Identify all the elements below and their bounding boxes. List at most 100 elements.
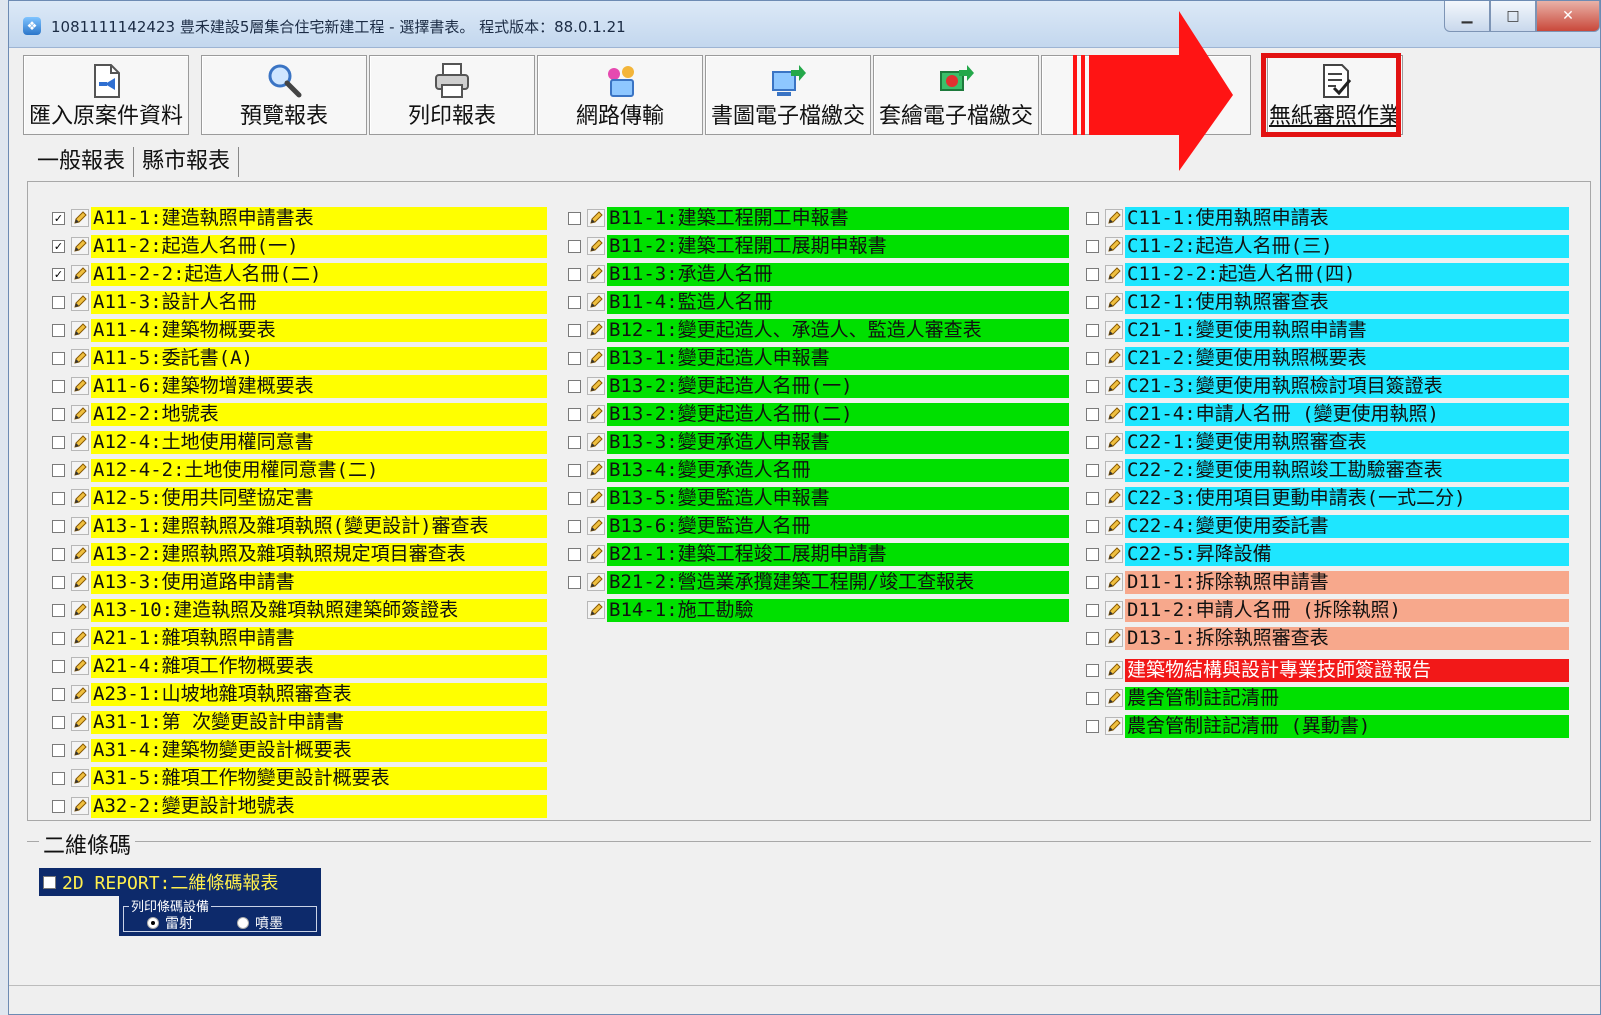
pencil-icon[interactable] bbox=[587, 489, 605, 507]
report-item[interactable]: B11-3:承造人名冊 bbox=[568, 260, 1069, 288]
report-item[interactable]: A32-2:變更設計地號表 bbox=[52, 792, 547, 820]
report-item[interactable]: A12-2:地號表 bbox=[52, 400, 547, 428]
report-item[interactable]: B13-2:變更起造人名冊(一) bbox=[568, 372, 1069, 400]
pencil-icon[interactable] bbox=[1105, 237, 1123, 255]
report-item[interactable]: A13-2:建照執照及雜項執照規定項目審查表 bbox=[52, 540, 547, 568]
report-checkbox[interactable] bbox=[1086, 267, 1099, 281]
import-case-button[interactable]: 匯入原案件資料 bbox=[23, 55, 189, 135]
report-checkbox[interactable] bbox=[1086, 663, 1099, 677]
preview-report-button[interactable]: 預覽報表 bbox=[201, 55, 367, 135]
report-item[interactable]: A11-4:建築物概要表 bbox=[52, 316, 547, 344]
report-checkbox[interactable] bbox=[1086, 691, 1099, 705]
drawing-file-submit-button[interactable]: 書圖電子檔繳交 bbox=[705, 55, 871, 135]
report-item[interactable]: C22-1:變更使用執照審查表 bbox=[1086, 428, 1569, 456]
report-checkbox[interactable] bbox=[1086, 351, 1099, 365]
pencil-icon[interactable] bbox=[587, 349, 605, 367]
pencil-icon[interactable] bbox=[1105, 545, 1123, 563]
report-item[interactable]: A11-3:設計人名冊 bbox=[52, 288, 547, 316]
pencil-icon[interactable] bbox=[1105, 489, 1123, 507]
pencil-icon[interactable] bbox=[1105, 517, 1123, 535]
pencil-icon[interactable] bbox=[71, 377, 89, 395]
report-checkbox[interactable] bbox=[1086, 631, 1099, 645]
report-checkbox[interactable] bbox=[52, 799, 65, 813]
report-checkbox[interactable] bbox=[1086, 435, 1099, 449]
report-item[interactable]: 農舍管制註記清冊 (異動書) bbox=[1086, 712, 1569, 740]
report-checkbox[interactable] bbox=[52, 715, 65, 729]
report-checkbox[interactable] bbox=[52, 631, 65, 645]
pencil-icon[interactable] bbox=[71, 657, 89, 675]
report-item[interactable]: C22-3:使用項目更動申請表(一式二分) bbox=[1086, 484, 1569, 512]
report-item[interactable]: A13-10:建造執照及雜項執照建築師簽證表 bbox=[52, 596, 547, 624]
report-item[interactable]: B21-2:營造業承攬建築工程開/竣工查報表 bbox=[568, 568, 1069, 596]
report-checkbox[interactable] bbox=[1086, 239, 1099, 253]
report-item[interactable]: 建築物結構與設計專業技師簽證報告 bbox=[1086, 656, 1569, 684]
report-item[interactable]: B13-1:變更起造人申報書 bbox=[568, 344, 1069, 372]
report-item[interactable]: C21-3:變更使用執照檢討項目簽證表 bbox=[1086, 372, 1569, 400]
report-checkbox[interactable] bbox=[568, 491, 581, 505]
report-item[interactable]: C22-5:昇降設備 bbox=[1086, 540, 1569, 568]
pencil-icon[interactable] bbox=[587, 209, 605, 227]
pencil-icon[interactable] bbox=[71, 489, 89, 507]
maximize-button[interactable]: □ bbox=[1490, 1, 1536, 32]
report-item[interactable]: A23-1:山坡地雜項執照審查表 bbox=[52, 680, 547, 708]
report-checkbox[interactable]: ✓ bbox=[52, 267, 65, 281]
report-item[interactable]: ✓ A11-1:建造執照申請書表 bbox=[52, 204, 547, 232]
report-item[interactable]: A12-5:使用共同壁協定書 bbox=[52, 484, 547, 512]
report-checkbox[interactable] bbox=[1086, 295, 1099, 309]
report-item[interactable]: A21-4:雜項工作物概要表 bbox=[52, 652, 547, 680]
pencil-icon[interactable] bbox=[1105, 321, 1123, 339]
report-checkbox[interactable] bbox=[52, 603, 65, 617]
report-checkbox[interactable] bbox=[568, 547, 581, 561]
pencil-icon[interactable] bbox=[71, 321, 89, 339]
pencil-icon[interactable] bbox=[587, 293, 605, 311]
report-item[interactable]: A12-4-2:土地使用權同意書(二) bbox=[52, 456, 547, 484]
report-item[interactable]: A31-1:第 次變更設計申請書 bbox=[52, 708, 547, 736]
report-item[interactable]: B12-1:變更起造人、承造人、監造人審查表 bbox=[568, 316, 1069, 344]
report-item[interactable]: B14-1:施工勘驗 bbox=[568, 596, 1069, 624]
pencil-icon[interactable] bbox=[71, 797, 89, 815]
pencil-icon[interactable] bbox=[71, 349, 89, 367]
report-checkbox[interactable] bbox=[568, 351, 581, 365]
pencil-icon[interactable] bbox=[71, 517, 89, 535]
report-checkbox[interactable] bbox=[52, 687, 65, 701]
report-checkbox[interactable] bbox=[568, 295, 581, 309]
report-item[interactable]: C11-1:使用執照申請表 bbox=[1086, 204, 1569, 232]
report-checkbox[interactable] bbox=[1086, 719, 1099, 733]
pencil-icon[interactable] bbox=[1105, 717, 1123, 735]
report-checkbox[interactable] bbox=[568, 407, 581, 421]
report-item[interactable]: C11-2:起造人名冊(三) bbox=[1086, 232, 1569, 260]
pencil-icon[interactable] bbox=[587, 265, 605, 283]
report-checkbox[interactable] bbox=[52, 743, 65, 757]
report-item[interactable]: D11-1:拆除執照申請書 bbox=[1086, 568, 1569, 596]
report-checkbox[interactable] bbox=[52, 323, 65, 337]
report-item[interactable]: B13-2:變更起造人名冊(二) bbox=[568, 400, 1069, 428]
pencil-icon[interactable] bbox=[71, 461, 89, 479]
pencil-icon[interactable] bbox=[1105, 661, 1123, 679]
qrcode-report-item[interactable]: 2D REPORT:二維條碼報表 bbox=[39, 868, 321, 896]
network-transfer-button[interactable]: 網路傳輸 bbox=[537, 55, 703, 135]
pencil-icon[interactable] bbox=[71, 405, 89, 423]
report-checkbox[interactable] bbox=[568, 323, 581, 337]
report-item[interactable]: A11-6:建築物增建概要表 bbox=[52, 372, 547, 400]
report-item[interactable]: A21-1:雜項執照申請書 bbox=[52, 624, 547, 652]
report-checkbox[interactable] bbox=[1086, 575, 1099, 589]
report-item[interactable]: B13-6:變更監造人名冊 bbox=[568, 512, 1069, 540]
pencil-icon[interactable] bbox=[587, 377, 605, 395]
report-checkbox[interactable] bbox=[568, 575, 581, 589]
radio-laser-dot[interactable] bbox=[147, 917, 159, 929]
report-item[interactable]: A13-3:使用道路申請書 bbox=[52, 568, 547, 596]
pencil-icon[interactable] bbox=[587, 573, 605, 591]
print-report-button[interactable]: 列印報表 bbox=[369, 55, 535, 135]
pencil-icon[interactable] bbox=[587, 321, 605, 339]
pencil-icon[interactable] bbox=[71, 433, 89, 451]
report-checkbox[interactable]: ✓ bbox=[52, 239, 65, 253]
pencil-icon[interactable] bbox=[1105, 601, 1123, 619]
pencil-icon[interactable] bbox=[1105, 209, 1123, 227]
report-checkbox[interactable] bbox=[568, 463, 581, 477]
report-item[interactable]: B21-1:建築工程竣工展期申請書 bbox=[568, 540, 1069, 568]
report-item[interactable]: D11-2:申請人名冊 (拆除執照) bbox=[1086, 596, 1569, 624]
report-item[interactable]: C22-4:變更使用委託書 bbox=[1086, 512, 1569, 540]
radio-laser[interactable]: 雷射 bbox=[147, 913, 193, 933]
report-checkbox[interactable] bbox=[1086, 603, 1099, 617]
report-checkbox[interactable] bbox=[568, 239, 581, 253]
